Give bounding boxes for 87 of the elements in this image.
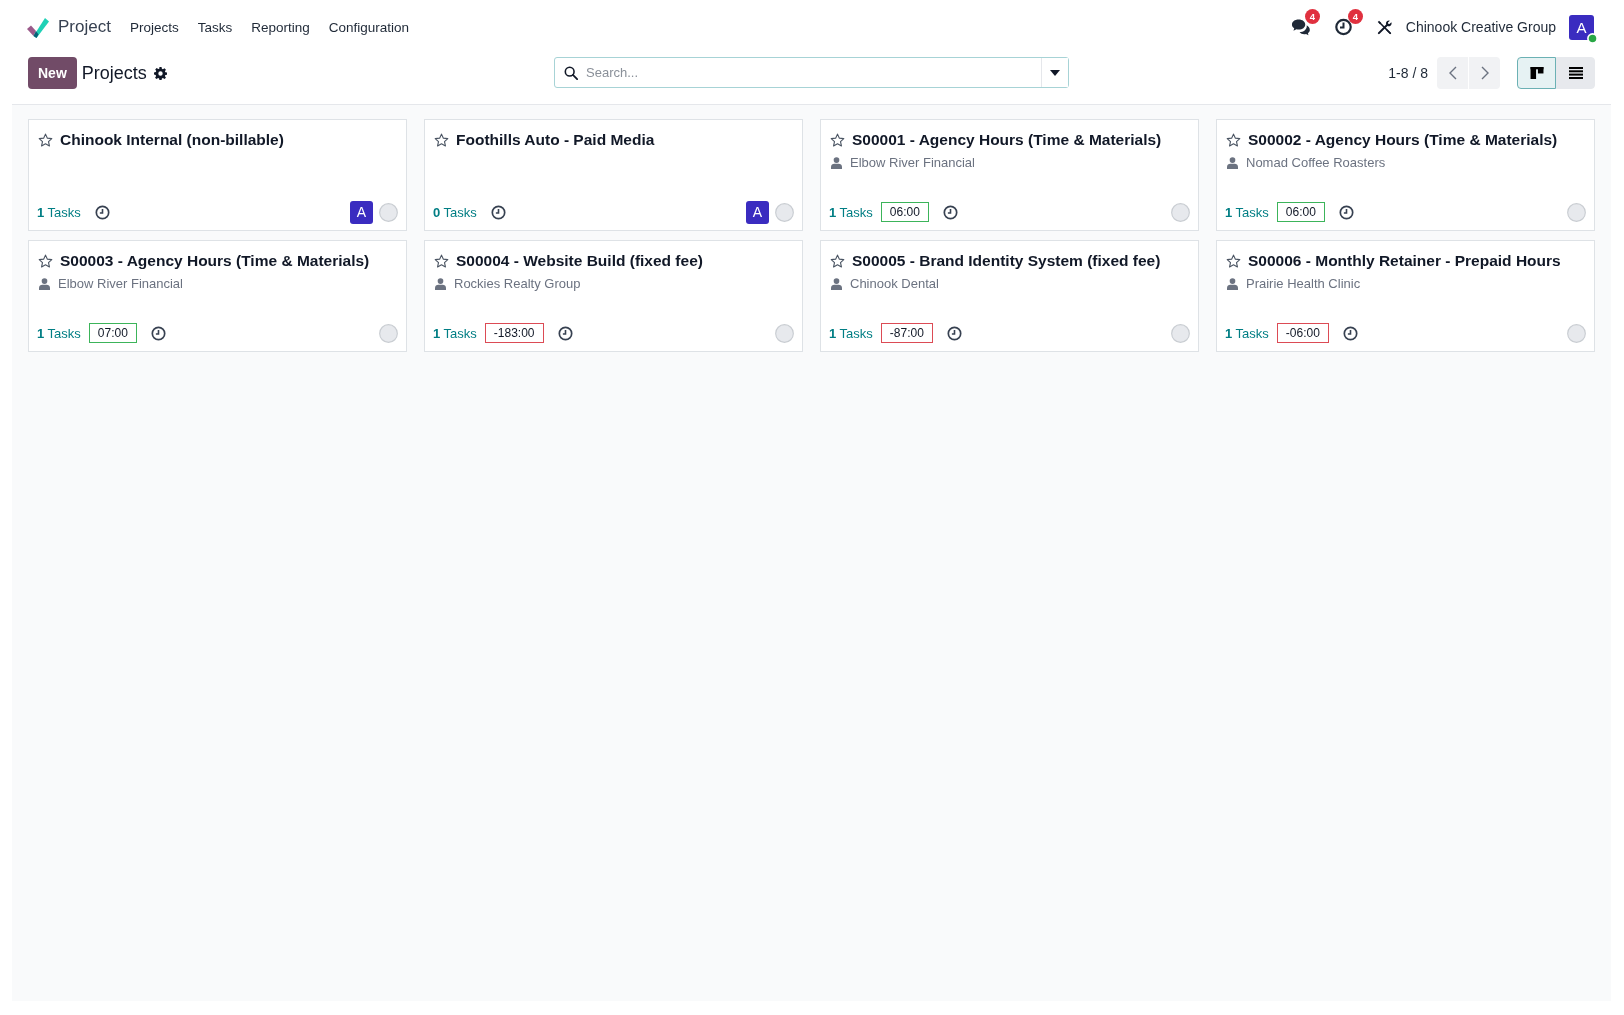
- star-icon[interactable]: [38, 253, 53, 269]
- customer-name: Chinook Dental: [850, 276, 939, 291]
- company-name[interactable]: Chinook Creative Group: [1405, 19, 1556, 35]
- chat-icon[interactable]: [1290, 18, 1310, 36]
- list-view-icon: [1568, 67, 1583, 79]
- tasks-link[interactable]: 1 Tasks: [829, 204, 873, 220]
- person-icon: [831, 156, 842, 169]
- remaining-hours-badge: -183:00: [484, 323, 544, 343]
- clock-icon[interactable]: [94, 204, 110, 220]
- customer-name: Prairie Health Clinic: [1246, 276, 1361, 291]
- tasks-link[interactable]: 0 Tasks: [433, 204, 477, 220]
- person-icon: [831, 277, 842, 290]
- kanban-view-icon: [1529, 67, 1544, 79]
- project-card[interactable]: S00001 - Agency Hours (Time & Materials) Elbow River Financial 1 Tasks 06:00: [820, 119, 1199, 231]
- notification-count: 4: [1304, 9, 1320, 24]
- caret-down-icon: [1050, 69, 1060, 76]
- menu-item[interactable]: Reporting: [242, 15, 319, 39]
- remaining-hours-badge: 07:00: [88, 323, 137, 343]
- pager-value[interactable]: 1-8 / 8: [1388, 65, 1428, 81]
- project-title: Chinook Internal (non-billable): [60, 131, 284, 149]
- clock-icon[interactable]: [150, 325, 166, 341]
- search-input[interactable]: Search...: [586, 58, 1041, 87]
- remaining-hours-badge: 06:00: [1276, 202, 1325, 222]
- project-card[interactable]: Chinook Internal (non-billable) 1 Tasks A: [28, 119, 407, 231]
- search-icon: [564, 65, 578, 80]
- settings-icon[interactable]: [153, 66, 167, 80]
- tools-icon[interactable]: [1376, 19, 1392, 35]
- chevron-right-icon: [1480, 66, 1489, 80]
- app-name[interactable]: Project: [58, 17, 111, 37]
- person-icon: [435, 277, 446, 290]
- view-switch-button[interactable]: [1517, 57, 1556, 89]
- person-icon: [1227, 156, 1238, 169]
- person-icon: [39, 277, 50, 290]
- chevron-left-icon: [1448, 66, 1457, 80]
- project-card[interactable]: S00004 - Website Build (fixed fee) Rockies Realty Group 1 Tasks -183:00: [424, 240, 803, 352]
- project-title: S00004 - Website Build (fixed fee): [456, 252, 703, 270]
- project-title: S00003 - Agency Hours (Time & Materials): [60, 252, 370, 270]
- menu-item[interactable]: Projects: [120, 15, 188, 39]
- star-icon[interactable]: [1226, 132, 1241, 148]
- assignee-avatar[interactable]: A: [350, 200, 373, 224]
- project-card[interactable]: S00002 - Agency Hours (Time & Materials) Nomad Coffee Roasters 1 Tasks 06:00: [1216, 119, 1595, 231]
- menu-item[interactable]: Configuration: [319, 15, 419, 39]
- breadcrumb-title: Projects: [81, 62, 147, 84]
- new-button[interactable]: New: [28, 57, 77, 89]
- tasks-link[interactable]: 1 Tasks: [433, 325, 477, 341]
- project-title: S00005 - Brand Identity System (fixed fee): [852, 252, 1161, 270]
- project-card[interactable]: S00006 - Monthly Retainer - Prepaid Hours Prairie Health Clinic 1 Tasks -06:00: [1216, 240, 1595, 352]
- tasks-link[interactable]: 1 Tasks: [829, 325, 873, 341]
- star-icon[interactable]: [830, 132, 845, 148]
- tasks-link[interactable]: 1 Tasks: [1225, 204, 1269, 220]
- project-card[interactable]: S00005 - Brand Identity System (fixed fee) Chinook Dental 1 Tasks -87:00: [820, 240, 1199, 352]
- clock-icon[interactable]: [1338, 204, 1354, 220]
- project-card[interactable]: S00003 - Agency Hours (Time & Materials) Elbow River Financial 1 Tasks 07:00: [28, 240, 407, 352]
- assignee-avatar[interactable]: A: [746, 200, 769, 224]
- project-card[interactable]: Foothills Auto - Paid Media 0 Tasks A: [424, 119, 803, 231]
- search-field[interactable]: Search...: [554, 57, 1069, 88]
- project-title: S00002 - Agency Hours (Time & Materials): [1248, 131, 1558, 149]
- remaining-hours-badge: -87:00: [880, 323, 933, 343]
- clock-icon[interactable]: [1342, 325, 1358, 341]
- notification-count: 4: [1347, 9, 1363, 24]
- remaining-hours-badge: -06:00: [1276, 323, 1329, 343]
- clock-icon[interactable]: [1333, 18, 1353, 36]
- person-icon: [1227, 277, 1238, 290]
- project-title: S00001 - Agency Hours (Time & Materials): [852, 131, 1162, 149]
- star-icon[interactable]: [38, 132, 53, 148]
- clock-icon[interactable]: [946, 325, 962, 341]
- user-avatar[interactable]: A: [1569, 14, 1594, 40]
- customer-name: Rockies Realty Group: [454, 276, 581, 291]
- star-icon[interactable]: [434, 253, 449, 269]
- menu-item[interactable]: Tasks: [188, 15, 242, 39]
- customer-name: Elbow River Financial: [850, 155, 975, 170]
- tasks-link[interactable]: 1 Tasks: [37, 325, 81, 341]
- clock-icon[interactable]: [942, 204, 958, 220]
- remaining-hours-badge: 06:00: [880, 202, 929, 222]
- project-title: S00006 - Monthly Retainer - Prepaid Hours: [1248, 252, 1561, 270]
- checkmark-logo-icon[interactable]: [26, 16, 50, 38]
- star-icon[interactable]: [1226, 253, 1241, 269]
- star-icon[interactable]: [434, 132, 449, 148]
- project-title: Foothills Auto - Paid Media: [456, 131, 655, 149]
- search-options-button[interactable]: [1041, 58, 1068, 87]
- tasks-link[interactable]: 1 Tasks: [37, 204, 81, 220]
- clock-icon[interactable]: [557, 325, 573, 341]
- tasks-link[interactable]: 1 Tasks: [1225, 325, 1269, 341]
- customer-name: Elbow River Financial: [58, 276, 183, 291]
- customer-name: Nomad Coffee Roasters: [1246, 155, 1386, 170]
- star-icon[interactable]: [830, 253, 845, 269]
- clock-icon[interactable]: [490, 204, 506, 220]
